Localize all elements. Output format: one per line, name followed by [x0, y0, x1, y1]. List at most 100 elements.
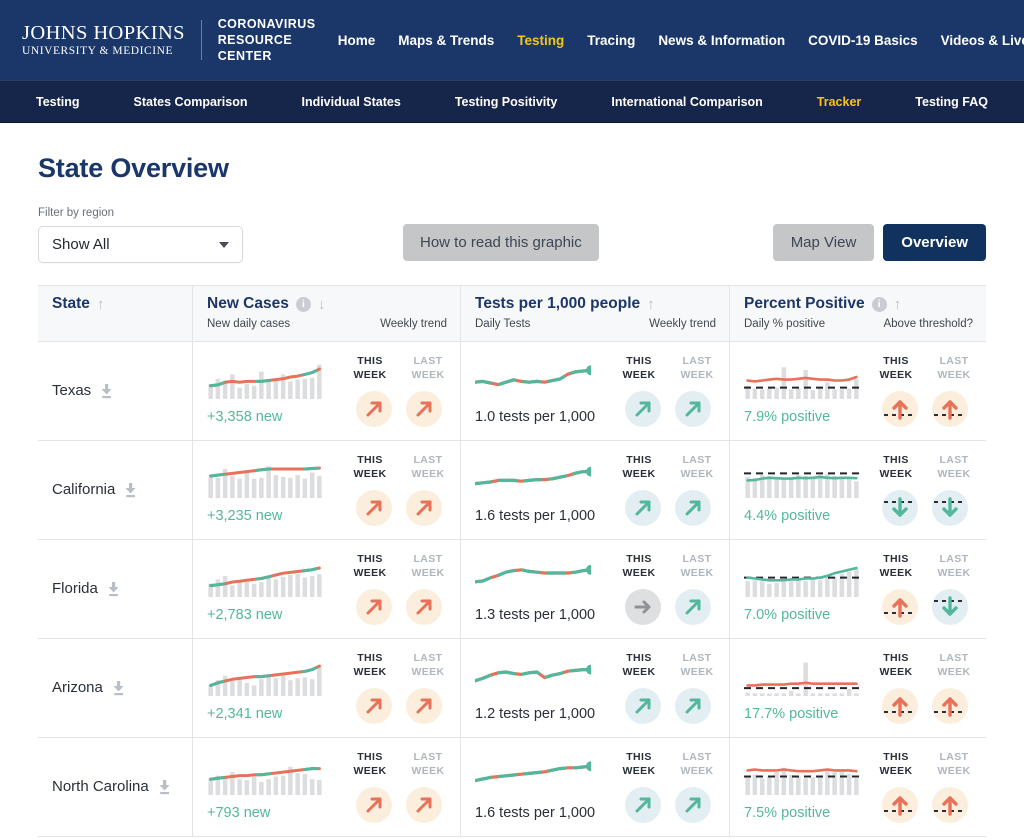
- percent-positive-cell: 7.0% positive THIS WEEK LAST WEEK: [729, 540, 986, 638]
- tests-value: 1.2 tests per 1,000: [475, 706, 596, 723]
- weekly-trend-group: THIS WEEK LAST WEEK: [348, 751, 460, 823]
- arrow-up-right-teal-icon: [675, 687, 711, 724]
- table-row[interactable]: Florida +2,783 new THIS WEEK LAST WEEK 1.3 t…: [38, 540, 986, 639]
- tests-chart-wrap: 1.6 tests per 1,000: [461, 454, 617, 525]
- last-week-label: LAST WEEK: [937, 751, 971, 777]
- arrow-up-right-teal-icon: [675, 786, 711, 823]
- percent-positive-value: 17.7% positive: [744, 706, 839, 723]
- region-filter-label: Filter by region: [38, 207, 115, 219]
- arrow-up-right-orange-icon: [356, 687, 392, 724]
- this-week-label: THIS WEEK: [353, 553, 387, 579]
- this-week-label: THIS WEEK: [622, 553, 656, 579]
- nav-item-videos-live-events[interactable]: Videos & Live Events: [941, 33, 1024, 48]
- tests-sparkline: [473, 355, 617, 401]
- sort-ascending-icon[interactable]: ↑: [894, 297, 902, 312]
- week-labels: THIS WEEK LAST WEEK: [874, 454, 976, 480]
- main-navigation: Home Maps & Trends Testing Tracing News & In…: [338, 33, 1024, 48]
- new-cases-cell: +3,358 new THIS WEEK LAST WEEK: [192, 342, 460, 440]
- trend-arrows: [356, 786, 442, 823]
- tests-per-1000-cell: 1.6 tests per 1,000 THIS WEEK LAST WEEK: [460, 738, 729, 836]
- weekly-trend-group: THIS WEEK LAST WEEK: [874, 652, 986, 724]
- weekly-trend-group: THIS WEEK LAST WEEK: [617, 751, 729, 823]
- info-icon[interactable]: i: [295, 296, 311, 312]
- new-cases-cell: +2,783 new THIS WEEK LAST WEEK: [192, 540, 460, 638]
- download-icon[interactable]: [158, 779, 171, 795]
- table-row[interactable]: Arizona +2,341 new THIS WEEK LAST WEEK 1.2 t…: [38, 639, 986, 738]
- tests-per-1000-cell: 1.0 tests per 1,000 THIS WEEK LAST WEEK: [460, 342, 729, 440]
- weekly-trend-group: THIS WEEK LAST WEEK: [874, 454, 986, 526]
- sparkline: [473, 365, 596, 387]
- column-header-percent-positive[interactable]: Percent Positive i ↑ Daily % positive Above …: [729, 286, 986, 341]
- column-header-state[interactable]: State ↑: [38, 286, 192, 341]
- subnav-item-states-comparison[interactable]: States Comparison: [134, 95, 248, 109]
- nav-item-testing[interactable]: Testing: [517, 33, 564, 48]
- percent-positive-sparkline: [744, 355, 874, 401]
- download-icon[interactable]: [124, 482, 137, 498]
- percent-positive-chart-wrap: 7.5% positive: [730, 751, 874, 822]
- sparkline: [208, 767, 322, 796]
- state-overview-table: State ↑ New Cases i ↓ New daily cases Weekly t…: [38, 285, 986, 837]
- last-week-label: LAST WEEK: [680, 355, 714, 381]
- region-select[interactable]: Show All: [38, 226, 243, 263]
- sparkline: [744, 567, 860, 598]
- sort-descending-icon[interactable]: ↓: [318, 297, 326, 312]
- weekly-trend-group: THIS WEEK LAST WEEK: [617, 454, 729, 526]
- arrow-up-right-orange-icon: [356, 588, 392, 625]
- state-cell: Texas: [38, 342, 192, 440]
- sparkline: [473, 565, 596, 584]
- above-threshold-up-icon: [882, 390, 918, 427]
- region-filter: Filter by region Show All: [38, 207, 243, 263]
- nav-item-tracing[interactable]: Tracing: [587, 33, 635, 48]
- weekly-trend-group: THIS WEEK LAST WEEK: [617, 355, 729, 427]
- subnav-item-testing[interactable]: Testing: [36, 95, 80, 109]
- column-header-new-cases[interactable]: New Cases i ↓ New daily cases Weekly trend: [192, 286, 460, 341]
- weekly-trend-group: THIS WEEK LAST WEEK: [617, 553, 729, 625]
- last-week-label: LAST WEEK: [411, 751, 445, 777]
- arrow-up-right-orange-icon: [356, 390, 392, 427]
- new-cases-cell: +2,341 new THIS WEEK LAST WEEK: [192, 639, 460, 737]
- map-view-button[interactable]: Map View: [772, 224, 875, 261]
- download-icon[interactable]: [112, 680, 125, 696]
- tests-sparkline: [473, 553, 617, 599]
- trend-arrows: [882, 786, 968, 823]
- state-name: California: [52, 481, 116, 498]
- overview-button[interactable]: Overview: [883, 224, 986, 261]
- arrow-up-right-orange-icon: [356, 786, 392, 823]
- percent-positive-cell: 7.5% positive THIS WEEK LAST WEEK: [729, 738, 986, 836]
- new-cases-sparkline: [207, 355, 348, 401]
- state-name: North Carolina: [52, 778, 149, 795]
- download-icon[interactable]: [107, 581, 120, 597]
- nav-item-news-information[interactable]: News & Information: [658, 33, 785, 48]
- sort-ascending-icon[interactable]: ↑: [97, 297, 105, 312]
- table-row[interactable]: Texas +3,358 new THIS WEEK LAST WEEK 1.0 tes…: [38, 342, 986, 441]
- percent-positive-sparkline: [744, 553, 874, 599]
- how-to-read-button[interactable]: How to read this graphic: [403, 224, 599, 261]
- subnav-item-individual-states[interactable]: Individual States: [301, 95, 400, 109]
- table-row[interactable]: North Carolina +793 new THIS WEEK LAST WEEK…: [38, 738, 986, 837]
- subnav-item-tracker[interactable]: Tracker: [817, 95, 861, 109]
- nav-item-covid-19-basics[interactable]: COVID-19 Basics: [808, 33, 918, 48]
- new-cases-cell: +3,235 new THIS WEEK LAST WEEK: [192, 441, 460, 539]
- subnav-item-testing-faq[interactable]: Testing FAQ: [915, 95, 988, 109]
- new-cases-value: +2,783 new: [207, 607, 283, 624]
- this-week-label: THIS WEEK: [353, 751, 387, 777]
- percent-positive-value: 7.5% positive: [744, 805, 831, 822]
- subnav-item-international-comparison[interactable]: International Comparison: [611, 95, 762, 109]
- this-week-label: THIS WEEK: [879, 355, 913, 381]
- jhu-logo-lockup[interactable]: JOHNS HOPKINS UNIVERSITY & MEDICINE CORO…: [22, 16, 316, 65]
- download-icon[interactable]: [100, 383, 113, 399]
- subnav-item-testing-positivity[interactable]: Testing Positivity: [455, 95, 558, 109]
- view-toggle: Map View Overview: [772, 224, 986, 261]
- sort-ascending-icon[interactable]: ↑: [647, 297, 655, 312]
- column-header-tests-per-1-000-people[interactable]: Tests per 1,000 people ↑ Daily Tests Weekly…: [460, 286, 729, 341]
- arrow-up-right-orange-icon: [406, 390, 442, 427]
- table-row[interactable]: California +3,235 new THIS WEEK LAST WEEK 1.…: [38, 441, 986, 540]
- nav-item-home[interactable]: Home: [338, 33, 376, 48]
- trend-arrows: [625, 786, 711, 823]
- info-icon[interactable]: i: [871, 296, 887, 312]
- percent-positive-cell: 7.9% positive THIS WEEK LAST WEEK: [729, 342, 986, 440]
- last-week-label: LAST WEEK: [680, 454, 714, 480]
- state-name: Florida: [52, 580, 98, 597]
- last-week-label: LAST WEEK: [411, 454, 445, 480]
- nav-item-maps-trends[interactable]: Maps & Trends: [398, 33, 494, 48]
